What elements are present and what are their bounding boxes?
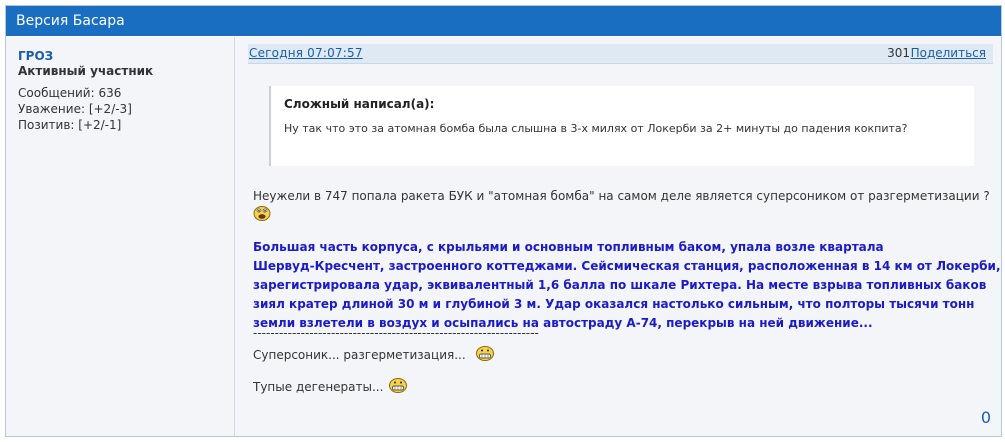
post-number: 301 (887, 46, 910, 60)
share-link[interactable]: Поделиться (911, 46, 986, 60)
post-line-degenerates-text: Тупые дегенераты... (253, 380, 384, 394)
topic-container: Версия Басара ГРОЗ Активный участник Соо… (5, 5, 1002, 437)
blue-line: зарегистрировала удар, эквивалентный 1,6… (253, 278, 987, 292)
post-line-supersonic-text: Суперсоник... разгерметизация... (253, 348, 466, 362)
text-divider: ----------------------------------------… (253, 326, 539, 340)
reputation-counter[interactable]: 0 (981, 408, 991, 427)
author-rank: Активный участник (18, 64, 154, 78)
author-respect: Уважение: [+2/-3] (18, 102, 132, 116)
blue-line: Шервуд-Кресчент, застроенного коттеджами… (253, 259, 1001, 273)
post-body: Сегодня 07:07:57 301 Поделиться Сложный … (235, 37, 1001, 436)
author-positive: Позитив: [+2/-1] (18, 118, 122, 132)
author-posts-count: Сообщений: 636 (18, 86, 122, 100)
topic-title: Версия Басара (6, 6, 1001, 36)
blue-line: Большая часть корпуса, с крыльями и осно… (253, 240, 884, 254)
post: ГРОЗ Активный участник Сообщений: 636 Ув… (6, 37, 1001, 436)
quote-block: Сложный написал(а): Ну так что это за ат… (269, 86, 974, 166)
grin-face-icon (388, 377, 408, 396)
author-name-link[interactable]: ГРОЗ (18, 49, 53, 63)
post-paragraph: Неужели в 747 попала ракета БУК и "атомн… (253, 189, 990, 203)
post-meta-bar: Сегодня 07:07:57 301 Поделиться (248, 44, 993, 64)
blue-line: зиял кратер длиной 30 м и глубиной 3 м. … (253, 297, 975, 311)
author-panel: ГРОЗ Активный участник Сообщений: 636 Ув… (6, 37, 235, 436)
blue-quote-text: Большая часть корпуса, с крыльями и осно… (253, 238, 1003, 333)
author-stats: Сообщений: 636 Уважение: [+2/-3] Позитив… (18, 85, 132, 133)
grin-face-icon (475, 345, 495, 364)
post-line-degenerates: Тупые дегенераты... (253, 380, 383, 394)
sad-face-icon (253, 205, 271, 224)
quote-text: Ну так что это за атомная бомба была слы… (284, 122, 908, 135)
quote-author: Сложный написал(а): (284, 97, 435, 111)
post-date-link[interactable]: Сегодня 07:07:57 (249, 46, 363, 60)
post-line-supersonic: Суперсоник... разгерметизация... (253, 348, 466, 362)
